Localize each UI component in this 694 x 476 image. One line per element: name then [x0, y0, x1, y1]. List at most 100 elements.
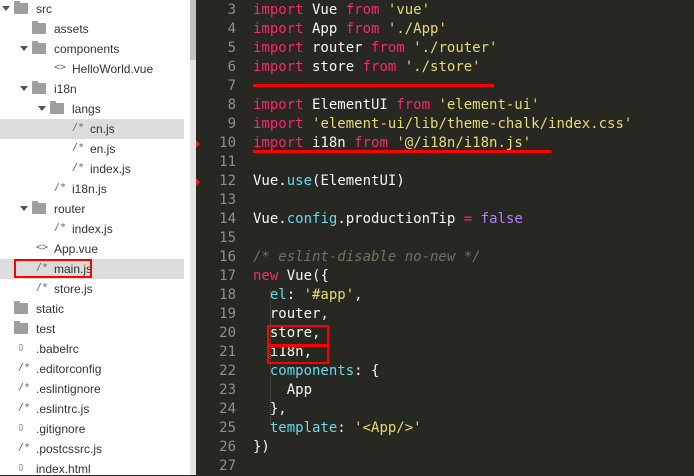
line-number: 26: [219, 439, 236, 455]
code-token: new: [253, 268, 279, 284]
tree-item-label: router: [54, 202, 86, 216]
chevron-down-icon[interactable]: [2, 6, 10, 11]
code-token: './store': [404, 59, 481, 75]
line-number: 7: [227, 78, 236, 94]
code-line[interactable]: }): [253, 438, 270, 457]
line-number: 8: [227, 97, 236, 113]
chevron-down-icon[interactable]: [38, 106, 46, 111]
code-token: .: [278, 211, 287, 227]
code-token: router: [303, 40, 372, 56]
tree-item-label: index.js: [72, 222, 113, 236]
gutter-marker-icon: [196, 140, 200, 148]
line-number: 4: [227, 21, 236, 37]
file-icon: ▯: [18, 462, 25, 473]
chevron-down-icon[interactable]: [20, 86, 28, 91]
tree-item-en-js[interactable]: /* en.js: [0, 139, 184, 159]
tree-item-components[interactable]: components: [0, 39, 184, 59]
line-number: 14: [219, 211, 236, 227]
code-line[interactable]: import router from './router': [253, 39, 497, 58]
code-line[interactable]: import store from './store': [253, 58, 481, 77]
folder-icon: [14, 321, 28, 334]
code-line[interactable]: router,: [253, 305, 329, 324]
code-editor[interactable]: 3 import Vue from 'vue' 4 import App from '…: [196, 0, 694, 475]
tree-item-label: langs: [72, 102, 101, 116]
tree-item-eslintignore[interactable]: /* .eslintignore: [0, 379, 184, 399]
folder-icon: [32, 41, 46, 54]
tree-item-index-js[interactable]: /* index.js: [0, 219, 184, 239]
code-line[interactable]: App: [253, 381, 312, 400]
tree-item-router[interactable]: router: [0, 199, 184, 219]
tree-item-app-vue[interactable]: <> App.vue: [0, 239, 184, 259]
code-token: './router': [413, 40, 498, 56]
tree-item-eslintrc-js[interactable]: /* .eslintrc.js: [0, 399, 184, 419]
code-token: i18n: [303, 135, 355, 151]
line-number: 17: [219, 268, 236, 284]
code-line[interactable]: import Vue from 'vue': [253, 1, 430, 20]
tree-item-label: .postcssrc.js: [36, 442, 103, 456]
tree-item-label: components: [54, 42, 120, 56]
tree-item-babelrc[interactable]: ▯ .babelrc: [0, 339, 184, 359]
code-line[interactable]: components: {: [253, 362, 380, 381]
tree-item-postcssrc-js[interactable]: /* .postcssrc.js: [0, 439, 184, 459]
code-token: from: [396, 97, 431, 113]
tree-item-gitignore[interactable]: ▯ .gitignore: [0, 419, 184, 439]
code-line[interactable]: import App from './App': [253, 20, 447, 39]
code-token: Vue: [286, 268, 313, 284]
tree-item-src[interactable]: src: [0, 0, 184, 19]
code-token: router,: [253, 306, 329, 322]
chevron-down-icon[interactable]: [20, 46, 28, 51]
code-line[interactable]: new Vue({: [253, 267, 329, 286]
code-token: store: [303, 59, 363, 75]
code-token: 'element-ui/lib/theme-chalk/index.css': [312, 116, 633, 132]
tree-item-static[interactable]: static: [0, 299, 184, 319]
tree-item-index-html[interactable]: ▯ index.html: [0, 459, 184, 475]
tree-item-i18n[interactable]: i18n: [0, 79, 184, 99]
js-file-icon: /*: [36, 282, 49, 293]
code-line[interactable]: Vue.use(ElementUI): [253, 172, 405, 191]
tree-item-main-js[interactable]: /* main.js: [0, 259, 184, 279]
tree-item-store-js[interactable]: /* store.js: [0, 279, 184, 299]
tree-item-label: index.js: [90, 162, 131, 176]
tree-item-label: HelloWorld.vue: [72, 62, 154, 76]
js-file-icon: /*: [18, 362, 31, 373]
tree-item-cn-js[interactable]: /* cn.js: [0, 119, 184, 139]
tree-item-i18n-js[interactable]: /* i18n.js: [0, 179, 184, 199]
code-token: false: [480, 211, 523, 227]
code-token: : {: [354, 363, 380, 379]
line-number: 16: [219, 249, 236, 265]
tree-item-helloworld-vue[interactable]: <> HelloWorld.vue: [0, 59, 184, 79]
code-token: from: [362, 59, 397, 75]
chevron-down-icon[interactable]: [20, 206, 28, 211]
code-line[interactable]: /* eslint-disable no-new */: [253, 248, 481, 267]
tree-item-assets[interactable]: assets: [0, 19, 184, 39]
folder-icon: [50, 101, 64, 114]
tree-item-langs[interactable]: langs: [0, 99, 184, 119]
line-number: 5: [227, 40, 236, 56]
line-number: 21: [219, 344, 236, 360]
vue-file-icon: <>: [54, 62, 67, 73]
line-number: 9: [227, 116, 236, 132]
code-token: Vue: [303, 2, 346, 18]
code-line[interactable]: Vue.config.productionTip = false: [253, 210, 523, 229]
line-number: 24: [219, 401, 236, 417]
line-number: 22: [219, 363, 236, 379]
code-token: (ElementUI): [312, 173, 405, 189]
tree-item-index-js[interactable]: /* index.js: [0, 159, 184, 179]
code-line[interactable]: template: '<App/>': [253, 419, 422, 438]
code-line[interactable]: import ElementUI from 'element-ui': [253, 96, 540, 115]
tree-item-editorconfig[interactable]: /* .editorconfig: [0, 359, 184, 379]
code-token: productionTip: [345, 211, 456, 227]
code-line[interactable]: import 'element-ui/lib/theme-chalk/index…: [253, 115, 632, 134]
code-token: App: [253, 382, 313, 398]
tree-item-test[interactable]: test: [0, 319, 184, 339]
js-file-icon: /*: [18, 442, 31, 453]
folder-icon: [32, 81, 46, 94]
line-number: 6: [227, 59, 236, 75]
line-number: 3: [227, 2, 236, 18]
line-number: 12: [219, 173, 236, 189]
